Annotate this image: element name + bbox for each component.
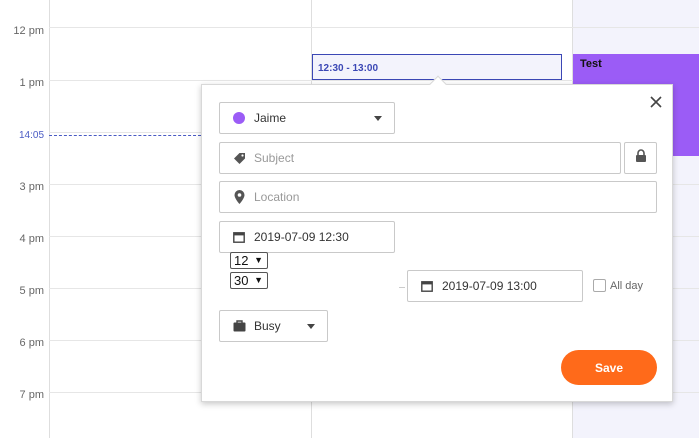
dropdown-arrow-icon: ▼: [254, 275, 263, 285]
owner-name: Jaime: [254, 111, 287, 125]
time-gutter: 12 pm 1 pm 3 pm 4 pm 5 pm 6 pm 7 pm: [0, 0, 49, 438]
date-range-separator: [399, 287, 405, 288]
owner-color-dot-icon: [232, 111, 246, 125]
start-datetime-field[interactable]: 2019-07-09 12:30: [219, 221, 395, 253]
calendar-icon: [232, 230, 246, 244]
start-hour-value: 12: [234, 253, 249, 268]
location-field[interactable]: [219, 181, 657, 213]
gutter-divider: [49, 0, 50, 438]
dropdown-arrow-icon: ▼: [254, 255, 263, 265]
event-editor-popup: Jaime 2019-07-09 12:30 12 ▼ 30 ▼: [201, 75, 673, 402]
hour-label: 7 pm: [19, 389, 44, 401]
hour-label: 1 pm: [19, 77, 44, 89]
hour-label: 3 pm: [19, 181, 44, 193]
hour-label: 4 pm: [19, 233, 44, 245]
subject-field[interactable]: [219, 142, 621, 174]
save-button[interactable]: Save: [561, 350, 657, 385]
end-datetime-field[interactable]: 2019-07-09 13:00: [407, 270, 583, 302]
hour-label: 5 pm: [19, 285, 44, 297]
hour-label: 12 pm: [13, 25, 44, 37]
start-hour-select[interactable]: 12 ▼: [230, 252, 268, 269]
hour-label: 6 pm: [19, 337, 44, 349]
chevron-down-icon: [374, 115, 382, 121]
current-time-label: 14:05: [19, 130, 45, 141]
chevron-down-icon: [307, 323, 315, 329]
subject-input[interactable]: [254, 143, 620, 173]
close-icon[interactable]: [648, 94, 664, 110]
current-time-indicator: [49, 135, 201, 136]
owner-select[interactable]: Jaime: [219, 102, 395, 134]
status-select[interactable]: Busy: [219, 310, 328, 342]
status-value: Busy: [254, 319, 281, 333]
private-toggle-button[interactable]: [624, 142, 657, 174]
start-minute-select[interactable]: 30 ▼: [230, 272, 268, 289]
lock-icon: [635, 148, 647, 168]
map-pin-icon: [232, 190, 246, 204]
calendar-icon: [420, 279, 434, 293]
hour-line: [49, 27, 699, 28]
all-day-label: All day: [610, 280, 644, 292]
start-datetime-value: 2019-07-09 12:30: [254, 230, 349, 244]
all-day-checkbox[interactable]: [593, 279, 606, 292]
end-datetime-value: 2019-07-09 13:00: [442, 279, 537, 293]
location-input[interactable]: [254, 182, 656, 212]
briefcase-icon: [232, 319, 246, 333]
start-minute-value: 30: [234, 273, 249, 288]
tag-icon: [232, 151, 246, 165]
